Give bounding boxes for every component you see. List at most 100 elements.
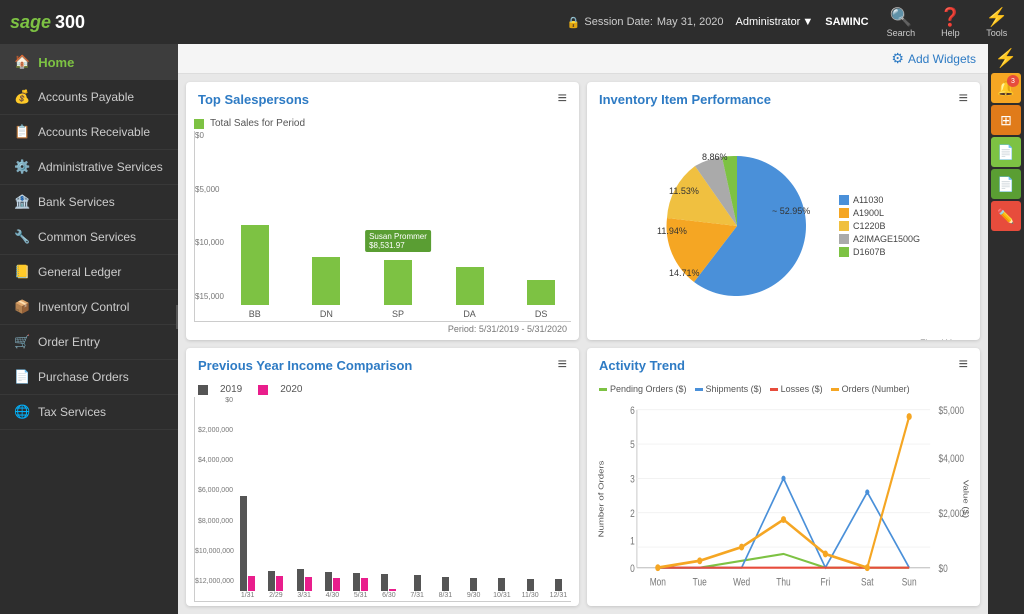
svg-text:Sun: Sun [902,577,917,589]
bar-2020-may [361,578,368,591]
file-green-icon-button[interactable]: 📄 [991,137,1021,167]
grid-icon-button[interactable]: ⊞ [991,105,1021,135]
month-label-apr: 4/30 [326,592,340,599]
pie-legend-label-a1900l: A1900L [853,208,884,218]
activity-legend: Pending Orders ($) Shipments ($) Losses … [595,382,972,396]
search-icon: 🔍 [890,7,912,28]
edit-icon-button[interactable]: ✏️ [991,201,1021,231]
bars-row-sep [470,578,477,591]
sidebar-item-bank-services[interactable]: 🏦 Bank Services [0,185,178,220]
legend-label-losses: Losses ($) [781,384,823,394]
svg-text:Sat: Sat [861,577,874,589]
bars-row-may [353,573,368,591]
sidebar-item-tax-services[interactable]: 🌐 Tax Services [0,395,178,430]
sidebar-home-label: Home [38,55,74,70]
legend-dot-orders-number [831,388,839,391]
pie-label-14: 14.71% [669,268,700,278]
sidebar-item-administrative-services[interactable]: ⚙️ Administrative Services [0,150,178,185]
legend-orders-number: Orders (Number) [831,384,910,394]
sidebar: 🏠 Home 💰 Accounts Payable 📋 Accounts Rec… [0,44,178,614]
bank-services-icon: 🏦 [14,194,30,210]
add-widgets-button[interactable]: ⚙ Add Widgets [891,50,976,67]
legend-label-shipments: Shipments ($) [706,384,762,394]
sidebar-collapse-button[interactable]: ⊣ [176,305,178,329]
income-month-jan: 1/31 [235,496,260,599]
legend-label: Total Sales for Period [210,118,305,129]
bars-row-dec [555,579,562,591]
bar-2020-mar [305,577,312,591]
income-legend: 2019 2020 [194,382,571,397]
inventory-performance-title: Inventory Item Performance [599,92,771,107]
activity-svg: 0 1 2 3 5 6 Number of Orders $0 $2,000 [595,396,972,602]
activity-chart: Pending Orders ($) Shipments ($) Losses … [595,382,972,602]
bar-chart-area: $15,000 $10,000 $5,000 $0 BB [194,131,571,322]
bars-row-apr [325,572,340,591]
gear-icon: ⚙ [891,50,904,67]
point-orders-tue [697,557,702,564]
pie-legend-label-a11030: A11030 [853,195,883,205]
company-name: SAMINC [825,16,868,28]
pie-chart-container: ~ 52.95% 14.71% 11.94% 11.53% 8.86% A110… [595,116,972,336]
sidebar-item-purchase-orders[interactable]: 📄 Purchase Orders [0,360,178,395]
income-month-jun: 6/30 [376,574,401,599]
tools-label: Tools [986,28,1007,38]
sidebar-item-order-entry[interactable]: 🛒 Order Entry [0,325,178,360]
bar-bb [241,225,269,305]
bars-row-jan [240,496,255,591]
sidebar-item-general-ledger[interactable]: 📒 General Ledger [0,255,178,290]
bars-row-jun [381,574,396,591]
point-orders-wed [739,544,744,551]
inventory-performance-menu-icon[interactable]: ≡ [959,90,968,108]
file-darkgreen-icon-button[interactable]: 📄 [991,169,1021,199]
tools-button[interactable]: ⚡ Tools [980,5,1014,40]
bar-2019-jul [414,575,421,591]
income-comparison-body: 2019 2020 $12,000,000 $10,000,000 $8,000… [186,378,579,606]
pie-legend-item-a2image: A2IMAGE1500G [839,234,920,244]
point-ship-thu [781,476,785,481]
bar-group-ds: DS [511,280,571,319]
inventory-performance-header: Inventory Item Performance ≡ [587,82,980,112]
svg-text:Value ($): Value ($) [962,480,971,518]
svg-text:Thu: Thu [776,577,790,589]
sidebar-item-home[interactable]: 🏠 Home [0,44,178,80]
month-label-mar: 3/31 [297,592,311,599]
sidebar-item-accounts-receivable[interactable]: 📋 Accounts Receivable [0,115,178,150]
help-button[interactable]: ❓ Help [933,5,967,40]
svg-text:Tue: Tue [693,577,707,589]
top-salespersons-menu-icon[interactable]: ≡ [558,90,567,108]
notifications-icon-button[interactable]: 🔔 3 [991,73,1021,103]
bar-2019-aug [442,577,449,591]
bars-row-jul [414,575,421,591]
bar-2019-mar [297,569,304,591]
svg-text:Wed: Wed [733,577,750,589]
point-orders-sun [907,413,912,420]
main-content: ⚙ Add Widgets Top Salespersons ≡ Total S… [178,44,988,614]
month-label-oct: 10/31 [493,592,511,599]
bar-2019-nov [527,579,534,591]
sidebar-item-accounts-payable[interactable]: 💰 Accounts Payable [0,80,178,115]
legend-label-2019: 2019 [220,384,242,395]
search-button[interactable]: 🔍 Search [881,5,922,40]
sidebar-item-common-services[interactable]: 🔧 Common Services [0,220,178,255]
bar-2020-jun [389,589,396,591]
svg-text:2: 2 [630,508,635,520]
accounts-receivable-icon: 📋 [14,124,30,140]
bar-group-da: DA [440,267,500,319]
sidebar-label-common-services: Common Services [38,230,136,244]
income-comparison-menu-icon[interactable]: ≡ [558,356,567,374]
svg-text:5: 5 [630,439,635,451]
admin-dropdown[interactable]: Administrator ▼ [736,16,814,28]
sidebar-item-inventory-control[interactable]: 📦 Inventory Control [0,290,178,325]
bars-row-oct [498,578,505,591]
activity-trend-body: Pending Orders ($) Shipments ($) Losses … [587,378,980,606]
bar-group-bb: BB [225,225,285,319]
lightning-icon[interactable]: ⚡ [995,48,1017,69]
logo: sage 300 [10,12,85,33]
month-label-feb: 2/29 [269,592,283,599]
body-container: 🏠 Home 💰 Accounts Payable 📋 Accounts Rec… [0,44,1024,614]
activity-trend-menu-icon[interactable]: ≡ [959,356,968,374]
pie-legend-color-d1607b [839,247,849,257]
legend-losses: Losses ($) [770,384,823,394]
bars-row-aug [442,577,449,591]
pie-legend-label-d1607b: D1607B [853,247,886,257]
